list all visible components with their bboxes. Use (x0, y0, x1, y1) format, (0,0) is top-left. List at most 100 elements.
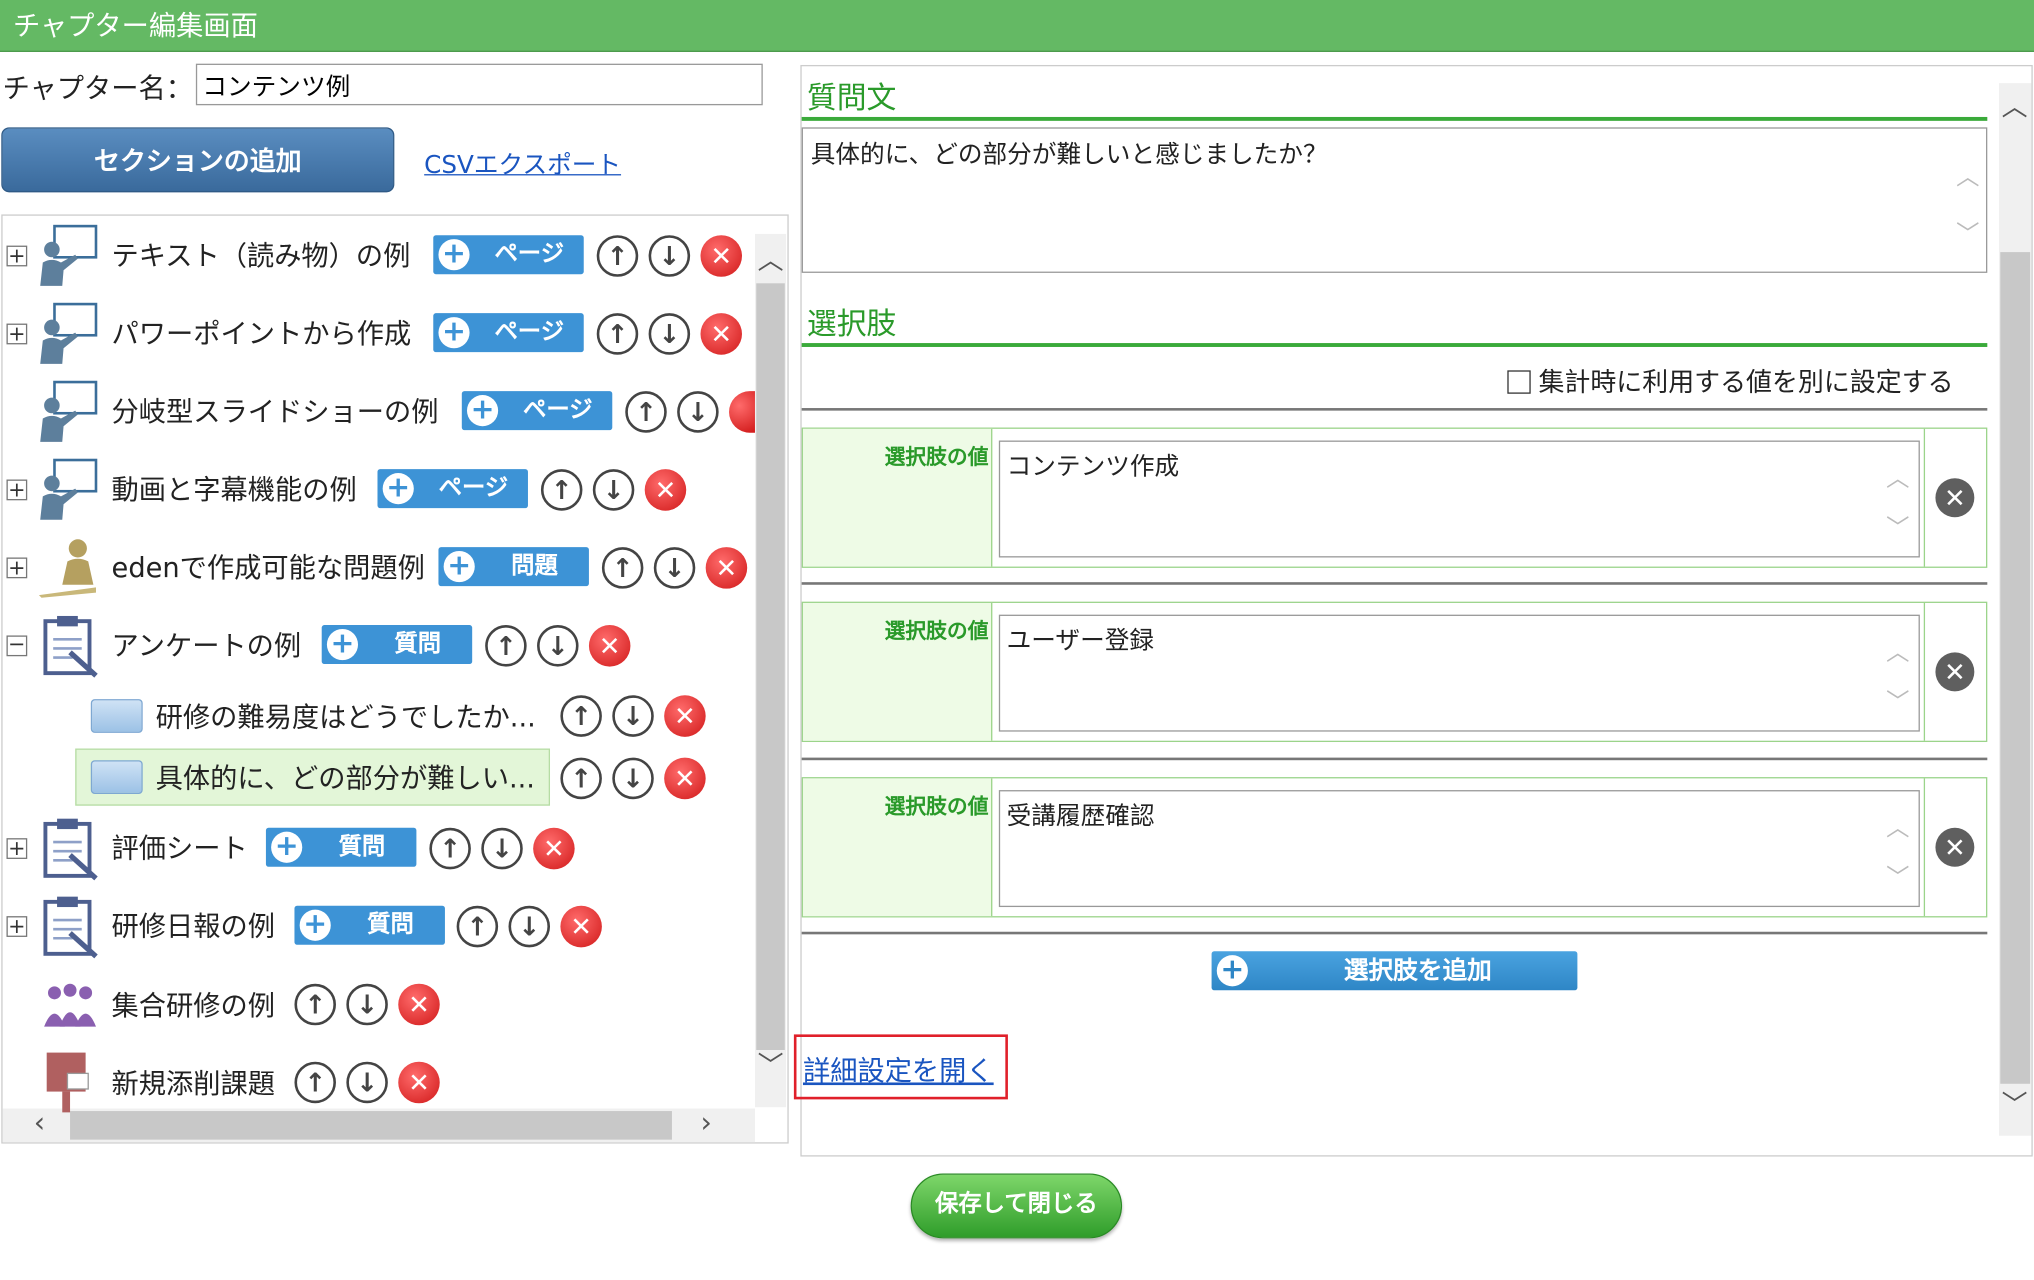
delete-icon[interactable]: ✕ (700, 313, 742, 355)
remove-choice-icon[interactable]: ✕ (1935, 652, 1975, 692)
delete-icon[interactable]: ✕ (398, 1061, 440, 1104)
add-page-button[interactable]: + ページ (377, 469, 528, 509)
move-up-icon[interactable]: ↑ (560, 695, 602, 737)
plus-icon: + (466, 394, 499, 427)
move-up-icon[interactable]: ↑ (596, 313, 639, 355)
move-up-icon[interactable]: ↑ (429, 827, 471, 870)
tree-horizontal-scrollbar[interactable] (2, 1108, 755, 1143)
add-section-button[interactable]: セクションの追加 (1, 127, 395, 193)
delete-icon[interactable]: ✕ (560, 905, 602, 948)
editor-vertical-scrollbar[interactable] (1998, 83, 2032, 1136)
move-up-icon[interactable]: ↑ (560, 757, 602, 800)
delete-icon[interactable]: ✕ (644, 469, 687, 511)
textarea-scroll-down-icon[interactable]: ﹀ (1886, 859, 1909, 893)
move-down-icon[interactable]: ↓ (592, 469, 635, 511)
tree-item-label[interactable]: アンケートの例 (112, 625, 302, 664)
move-down-icon[interactable]: ↓ (612, 757, 654, 800)
move-up-icon[interactable]: ↑ (294, 1061, 336, 1104)
expand-icon[interactable]: + (6, 479, 28, 501)
add-survey-question-button[interactable]: + 質問 (321, 625, 473, 665)
collapse-icon[interactable]: − (6, 634, 28, 657)
move-down-icon[interactable]: ↓ (677, 391, 719, 433)
add-survey-question-button[interactable]: + 質問 (294, 905, 445, 945)
textarea-scroll-down-icon[interactable]: ﹀ (1956, 216, 1979, 250)
add-page-button[interactable]: + ページ (433, 313, 584, 353)
add-survey-question-button[interactable]: + 質問 (265, 827, 417, 867)
move-up-icon[interactable]: ↑ (601, 547, 644, 589)
move-down-icon[interactable]: ↓ (346, 1061, 388, 1104)
csv-export-link[interactable]: CSVエクスポート (424, 146, 621, 181)
tree-item-label[interactable]: edenで作成可能な問題例 (112, 547, 425, 586)
tree-item-label[interactable]: 新規添削課題 (112, 1063, 275, 1102)
tree-item-label[interactable]: 研修日報の例 (112, 906, 275, 945)
textarea-scroll-up-icon[interactable]: ︿ (1886, 460, 1909, 494)
choice-value-input[interactable]: コンテンツ作成 (998, 440, 1920, 558)
move-down-icon[interactable]: ↓ (481, 827, 523, 870)
delete-icon[interactable]: ✕ (705, 547, 748, 589)
delete-icon[interactable]: ✕ (398, 983, 440, 1026)
clipboard-icon (43, 818, 98, 881)
textarea-scroll-down-icon[interactable]: ﹀ (1886, 684, 1909, 718)
textarea-scroll-down-icon[interactable]: ﹀ (1886, 509, 1909, 543)
delete-icon[interactable]: ✕ (700, 235, 742, 277)
expand-icon[interactable]: + (6, 915, 28, 937)
tree-item-label[interactable]: 評価シート (112, 828, 248, 867)
tree-hscroll-thumb[interactable] (70, 1111, 672, 1140)
choice-value-label: 選択肢の値 (802, 778, 993, 917)
expand-icon[interactable]: + (6, 245, 28, 267)
editor-scroll-up-icon[interactable]: ︿ (2002, 94, 2028, 120)
tree-item-label[interactable]: 動画と字幕機能の例 (112, 469, 357, 508)
question-item-label[interactable]: 具体的に、どの部分が難しい... (156, 758, 535, 797)
expand-icon[interactable]: + (6, 838, 28, 859)
tree-scroll-down-icon[interactable]: ﹀ (758, 1053, 784, 1079)
tree-item-label[interactable]: パワーポイントから作成 (112, 313, 412, 352)
editor-vscroll-thumb[interactable] (2000, 252, 2031, 1084)
move-down-icon[interactable]: ↓ (648, 313, 691, 355)
tree-scroll-right-icon[interactable]: › (700, 1109, 711, 1138)
delete-icon[interactable]: ✕ (664, 695, 706, 737)
move-down-icon[interactable]: ↓ (508, 905, 551, 948)
move-down-icon[interactable]: ↓ (612, 695, 654, 737)
delete-icon[interactable]: ✕ (664, 757, 706, 800)
move-down-icon[interactable]: ↓ (648, 235, 691, 277)
move-down-icon[interactable]: ↓ (537, 625, 579, 667)
move-down-icon[interactable]: ↓ (346, 983, 388, 1026)
question-item-label[interactable]: 研修の難易度はどうでしたか... (156, 697, 536, 736)
move-up-icon[interactable]: ↑ (540, 469, 583, 511)
expand-icon[interactable]: + (6, 557, 28, 579)
tree-item-label[interactable]: テキスト（読み物）の例 (112, 235, 411, 274)
delete-icon[interactable]: ✕ (533, 827, 575, 870)
remove-choice-icon[interactable]: ✕ (1935, 478, 1975, 518)
open-details-link[interactable]: 詳細設定を開く (803, 1050, 994, 1089)
remove-choice-icon[interactable]: ✕ (1935, 827, 1975, 867)
move-up-icon[interactable]: ↑ (596, 235, 639, 277)
textarea-scroll-up-icon[interactable]: ︿ (1886, 810, 1909, 844)
add-page-button[interactable]: + ページ (461, 391, 613, 431)
delete-icon[interactable]: ✕ (588, 625, 631, 667)
tree-item-label[interactable]: 分岐型スライドショーの例 (112, 391, 439, 430)
separate-value-checkbox[interactable] (1507, 370, 1531, 394)
presentation-icon (40, 302, 98, 364)
separate-value-option[interactable]: 集計時に利用する値を別に設定する (1507, 361, 1954, 399)
add-page-button[interactable]: + ページ (433, 235, 584, 275)
question-text-area[interactable]: 具体的に、どの部分が難しいと感じましたか？ (801, 127, 1988, 273)
move-up-icon[interactable]: ↑ (625, 391, 667, 433)
tree-item-label[interactable]: 集合研修の例 (112, 985, 275, 1024)
tree-vscroll-thumb[interactable] (756, 283, 785, 1050)
move-up-icon[interactable]: ↑ (456, 905, 499, 948)
choice-value-input[interactable]: ユーザー登録 (998, 614, 1920, 732)
expand-icon[interactable]: + (6, 323, 28, 345)
move-down-icon[interactable]: ↓ (653, 547, 696, 589)
add-choice-button[interactable]: + 選択肢を追加 (1211, 951, 1578, 991)
move-up-icon[interactable]: ↑ (485, 625, 527, 667)
add-question-button[interactable]: + 問題 (438, 547, 589, 587)
tree-scroll-up-icon[interactable]: ︿ (758, 247, 784, 273)
editor-scroll-down-icon[interactable]: ﹀ (2002, 1092, 2028, 1118)
chapter-name-input[interactable] (195, 63, 763, 106)
textarea-scroll-up-icon[interactable]: ︿ (1886, 634, 1909, 668)
move-up-icon[interactable]: ↑ (294, 983, 336, 1026)
choice-value-input[interactable]: 受講履歴確認 (998, 790, 1920, 908)
textarea-scroll-up-icon[interactable]: ︿ (1956, 159, 1979, 193)
tree-vertical-scrollbar[interactable] (754, 233, 787, 1108)
save-and-close-button[interactable]: 保存して閉じる (910, 1173, 1123, 1239)
